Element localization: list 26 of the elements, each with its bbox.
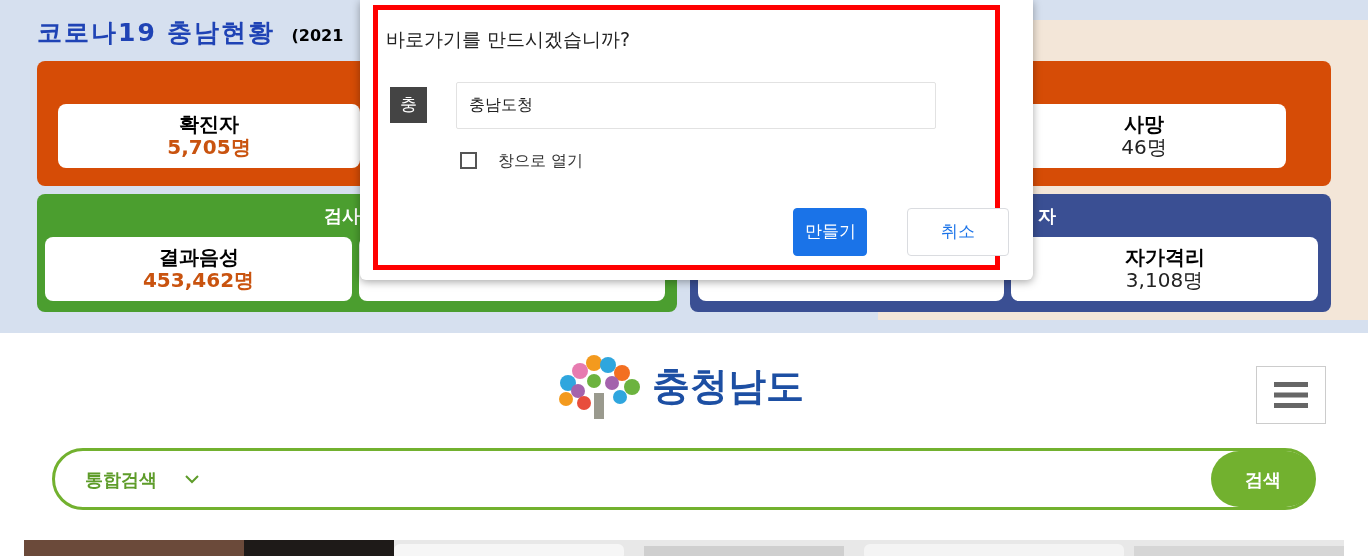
stat-label: 자가격리 [1124, 246, 1205, 269]
search-button[interactable]: 검색 [1211, 451, 1314, 507]
stat-value: 5,705명 [167, 136, 251, 159]
search-scope[interactable]: 통합검색 [85, 465, 157, 493]
stat-label: 결과음성 [158, 246, 239, 269]
stat-value: 46명 [1121, 136, 1167, 159]
checkbox[interactable] [460, 152, 477, 169]
panel-title: 검사 [324, 204, 360, 228]
stat-value: 3,108명 [1125, 269, 1204, 292]
panel-title: 자 [1038, 204, 1056, 228]
stat-label: 확진자 [179, 113, 239, 136]
stat-value: 453,462명 [142, 269, 255, 292]
status-date: (2021 [291, 25, 344, 47]
cancel-button[interactable]: 취소 [907, 208, 1009, 256]
checkbox-label: 창으로 열기 [498, 149, 584, 172]
chevron-down-icon [185, 474, 199, 484]
dialog-title: 바로가기를 만드시겠습니까? [386, 28, 631, 50]
site-icon: 충 [390, 87, 427, 123]
create-button[interactable]: 만들기 [793, 208, 867, 256]
menu-icon [1274, 382, 1308, 408]
logo-text: 충청남도 [652, 362, 804, 410]
status-title: 코로나19 충남현황 [37, 17, 276, 49]
stat-label: 사망 [1124, 113, 1164, 136]
menu-button[interactable] [1256, 366, 1326, 424]
name-field[interactable]: 충남도청 [456, 81, 936, 129]
search-bar[interactable]: 통합검색 검색 [52, 448, 1316, 510]
